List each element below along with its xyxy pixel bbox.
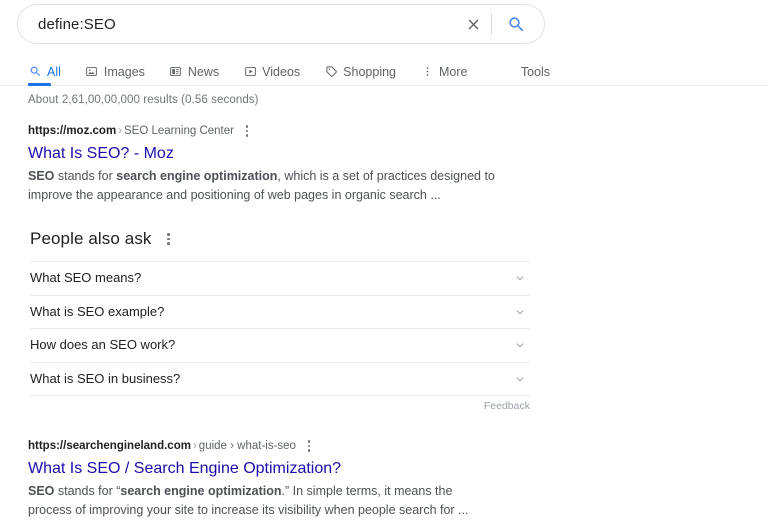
search-results: About 2,61,00,00,000 results (0.56 secon… — [28, 94, 533, 215]
search-icon — [28, 65, 42, 79]
result-snippet: SEO stands for search engine optimizatio… — [28, 169, 495, 202]
chevron-down-icon[interactable] — [512, 304, 528, 320]
tab-label: All — [47, 64, 61, 79]
result-url-row: https://moz.com › SEO Learning Center — [28, 123, 533, 139]
result-domain: https://searchengineland.com — [28, 440, 191, 452]
kebab-icon — [420, 65, 434, 79]
active-tab-indicator — [28, 83, 51, 86]
search-nav: All Images News Videos Shopping More Too… — [0, 58, 768, 86]
chevron-down-icon[interactable] — [512, 371, 528, 387]
result-options-button[interactable] — [240, 123, 254, 139]
paa-header: People also ask — [30, 228, 530, 261]
video-icon — [243, 65, 257, 79]
result-title-link[interactable]: What Is SEO / Search Engine Optimization… — [28, 458, 341, 479]
close-icon — [468, 19, 478, 29]
url-separator: › — [192, 440, 197, 452]
paa-question: How does an SEO work? — [30, 337, 176, 353]
clear-search-button[interactable] — [459, 10, 487, 38]
result-breadcrumb: guide › what-is-seo — [198, 440, 296, 452]
image-icon — [85, 65, 99, 79]
result-url[interactable]: https://searchengineland.com › guide › wha… — [28, 438, 296, 454]
result-domain: https://moz.com — [28, 125, 117, 137]
tab-label: News — [187, 64, 220, 79]
search-bar — [17, 4, 545, 44]
search-input[interactable] — [38, 15, 459, 33]
tab-label: Shopping — [343, 64, 396, 79]
url-separator: › — [118, 125, 123, 137]
paa-list: What SEO means? What is SEO example? How… — [30, 261, 530, 396]
search-icon — [508, 16, 523, 31]
tab-videos[interactable]: Videos — [243, 58, 314, 85]
result-url[interactable]: https://moz.com › SEO Learning Center — [28, 123, 234, 139]
paa-item[interactable]: What is SEO in business? — [30, 363, 530, 396]
result-options-button[interactable] — [302, 438, 316, 454]
result-breadcrumb: SEO Learning Center — [124, 125, 234, 137]
paa-options-button[interactable] — [162, 231, 176, 247]
tab-images[interactable]: Images — [85, 58, 159, 85]
paa-item[interactable]: What SEO means? — [30, 262, 530, 296]
chevron-down-icon[interactable] — [512, 337, 528, 353]
tab-label: More — [439, 64, 468, 79]
paa-item[interactable]: What is SEO example? — [30, 296, 530, 329]
tab-news[interactable]: News — [169, 58, 233, 85]
search-submit-button[interactable] — [502, 10, 530, 38]
nav-tabs: All Images News Videos Shopping More — [28, 58, 491, 86]
paa-question: What is SEO example? — [30, 303, 165, 319]
tab-label: Videos — [262, 64, 301, 79]
news-icon — [169, 65, 183, 79]
paa-question: What SEO means? — [30, 270, 142, 286]
tools-button[interactable]: Tools — [521, 58, 550, 85]
result-snippet: SEO stands for “search engine optimizati… — [28, 484, 469, 517]
search-box[interactable] — [17, 4, 545, 44]
result-title-link[interactable]: What Is SEO? - Moz — [28, 143, 174, 164]
result-url-row: https://searchengineland.com › guide › wha… — [28, 438, 533, 454]
paa-question: What is SEO in business? — [30, 370, 181, 386]
paa-item[interactable]: How does an SEO work? — [30, 329, 530, 363]
tab-shopping[interactable]: Shopping — [324, 58, 410, 85]
paa-title: People also ask — [30, 229, 152, 248]
result-stats: About 2,61,00,00,000 results (0.56 secon… — [28, 94, 259, 106]
paa-feedback-link[interactable]: Feedback — [30, 396, 530, 412]
chevron-down-icon[interactable] — [512, 270, 528, 286]
people-also-ask: People also ask What SEO means? What is … — [30, 228, 530, 412]
search-divider — [491, 13, 492, 35]
search-result-2: https://searchengineland.com › guide › wha… — [28, 438, 533, 520]
tab-all[interactable]: All — [28, 58, 75, 86]
search-result-1: https://moz.com › SEO Learning Center What… — [28, 123, 533, 205]
tab-more[interactable]: More — [420, 58, 481, 85]
tools-label: Tools — [520, 64, 550, 79]
tab-label: Images — [103, 64, 145, 79]
tag-icon — [324, 65, 338, 79]
